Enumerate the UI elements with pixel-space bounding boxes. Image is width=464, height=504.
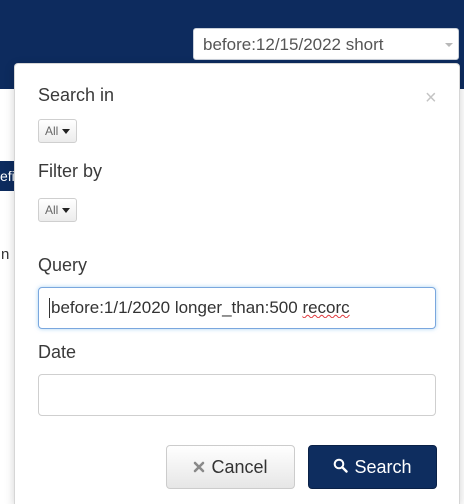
times-icon bbox=[193, 446, 205, 488]
search-button-label: Search bbox=[354, 457, 412, 477]
query-label: Query bbox=[38, 255, 88, 275]
close-icon[interactable]: × bbox=[425, 88, 437, 108]
query-input-text: before:1/1/2020 longer_than:500 recorc bbox=[49, 298, 425, 318]
search-in-value: All bbox=[45, 124, 59, 138]
top-saved-search-value: before:12/15/2022 short bbox=[203, 35, 384, 54]
search-button[interactable]: Search bbox=[308, 445, 437, 489]
chevron-down-icon bbox=[445, 43, 453, 47]
cancel-button[interactable]: Cancel bbox=[166, 445, 295, 489]
top-saved-search-dropdown[interactable]: before:12/15/2022 short bbox=[193, 28, 459, 60]
search-in-dropdown[interactable]: All bbox=[38, 119, 78, 143]
cancel-button-label: Cancel bbox=[211, 457, 268, 477]
query-value-misspelled: recorc bbox=[302, 298, 350, 317]
background-tab-fragment-text: efi bbox=[0, 168, 15, 184]
date-label: Date bbox=[38, 342, 77, 362]
search-icon bbox=[333, 446, 349, 488]
text-cursor bbox=[49, 298, 50, 318]
filter-by-label: Filter by bbox=[38, 161, 103, 181]
filter-by-value: All bbox=[45, 203, 59, 217]
date-input[interactable] bbox=[38, 374, 436, 416]
query-value-main: before:1/1/2020 longer_than:500 bbox=[51, 298, 303, 317]
caret-down-icon bbox=[62, 129, 71, 135]
caret-down-icon bbox=[62, 208, 71, 214]
search-in-label: Search in bbox=[38, 85, 115, 105]
query-input[interactable]: before:1/1/2020 longer_than:500 recorc bbox=[38, 287, 436, 329]
filter-by-dropdown[interactable]: All bbox=[38, 198, 78, 222]
background-text-fragment: n bbox=[1, 246, 10, 263]
advanced-search-popover: × Search in All Filter by All Query befo… bbox=[14, 63, 460, 504]
